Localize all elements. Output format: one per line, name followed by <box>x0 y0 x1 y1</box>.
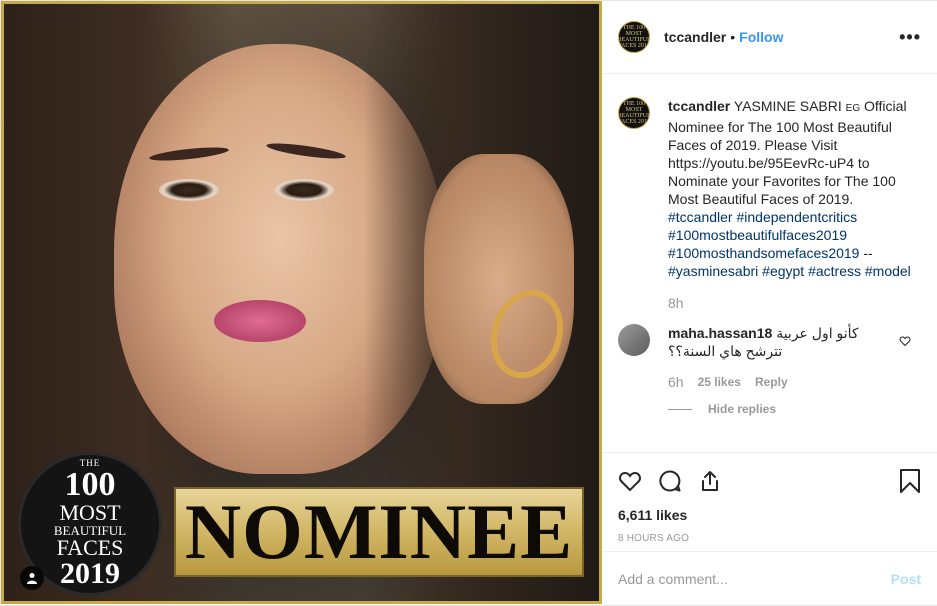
add-comment-bar: Post <box>602 551 937 605</box>
post-timestamp[interactable]: 8 HOURS AGO <box>618 533 921 544</box>
seal-year: 2019 <box>60 557 120 590</box>
photo-lips <box>214 300 306 342</box>
avatar[interactable]: THE 100 MOST BEAUTIFUL FACES 2019 <box>618 21 650 53</box>
hide-replies-label: Hide replies <box>708 402 777 416</box>
caption-text: YASMINE SABRI <box>733 98 846 114</box>
hide-replies-line <box>668 408 692 410</box>
comment-age[interactable]: 6h <box>668 374 684 390</box>
comment-icon[interactable] <box>658 461 698 501</box>
more-options-icon[interactable]: ••• <box>899 27 921 48</box>
share-icon[interactable] <box>698 461 738 501</box>
caption-avatar[interactable]: THE 100 MOST BEAUTIFUL FACES 2019 <box>618 97 650 129</box>
flag-icon: EG <box>845 103 861 114</box>
like-icon[interactable] <box>618 461 658 501</box>
post-sidebar: THE 100 MOST BEAUTIFUL FACES 2019 tccand… <box>602 1 937 605</box>
header-separator: • <box>730 29 736 45</box>
comment-item: maha.hassan18 كأنو اول عربية تترشح هاي ا… <box>618 324 921 360</box>
follow-button[interactable]: Follow <box>739 29 783 45</box>
seal-number: 100 <box>64 466 116 503</box>
bookmark-icon[interactable] <box>897 461 921 501</box>
seal-faces: FACES <box>56 535 124 560</box>
caption: THE 100 MOST BEAUTIFUL FACES 2019 tccand… <box>618 97 921 312</box>
instagram-post: THE 100 MOST BEAUTIFUL FACES 2019 NOMINE… <box>0 0 937 606</box>
reply-button[interactable]: Reply <box>755 375 788 389</box>
user-tag-icon[interactable] <box>20 566 44 590</box>
caption-body: tccandler YASMINE SABRI EG Official Nomi… <box>668 97 916 312</box>
nominee-banner: NOMINEE <box>174 487 584 577</box>
caption-text-2: Official Nominee for The 100 Most Beauti… <box>668 98 907 207</box>
post-actions: 6,611 likes 8 HOURS AGO <box>602 452 937 552</box>
avatar-logo-text: THE 100 MOST BEAUTIFUL FACES 2019 <box>618 25 650 49</box>
caption-username[interactable]: tccandler <box>668 98 730 114</box>
comment-likes[interactable]: 25 likes <box>698 375 741 389</box>
comment-body: maha.hassan18 كأنو اول عربية تترشح هاي ا… <box>668 324 888 360</box>
comments-section[interactable]: THE 100 MOST BEAUTIFUL FACES 2019 tccand… <box>602 75 937 451</box>
header-username[interactable]: tccandler <box>664 29 726 45</box>
likes-count[interactable]: 6,611 likes <box>618 507 921 523</box>
caption-hashtags-1[interactable]: #tccandler #independentcritics #100mostb… <box>668 209 859 261</box>
photo-eye-left <box>159 179 219 201</box>
nominee-text: NOMINEE <box>184 488 574 575</box>
caption-age[interactable]: 8h <box>668 294 916 312</box>
comment-actions: 6h 25 likes Reply <box>668 374 921 390</box>
commenter-avatar[interactable] <box>618 324 650 356</box>
action-icons <box>618 461 921 501</box>
post-comment-button[interactable]: Post <box>891 571 921 587</box>
commenter-username[interactable]: maha.hassan18 <box>668 325 772 341</box>
seal-most: MOST <box>59 500 121 525</box>
post-image[interactable]: THE 100 MOST BEAUTIFUL FACES 2019 NOMINE… <box>1 1 602 604</box>
caption-dashes: -- <box>859 245 873 261</box>
comment-input[interactable] <box>618 570 891 587</box>
post-header: THE 100 MOST BEAUTIFUL FACES 2019 tccand… <box>602 1 937 74</box>
caption-avatar-logo-text: THE 100 MOST BEAUTIFUL FACES 2019 <box>618 101 650 125</box>
photo-eye-right <box>274 179 334 201</box>
hide-replies-button[interactable]: Hide replies <box>668 402 921 416</box>
caption-hashtags-2[interactable]: #yasminesabri #egypt #actress #model <box>668 263 911 279</box>
comment-like-icon[interactable] <box>899 334 911 350</box>
